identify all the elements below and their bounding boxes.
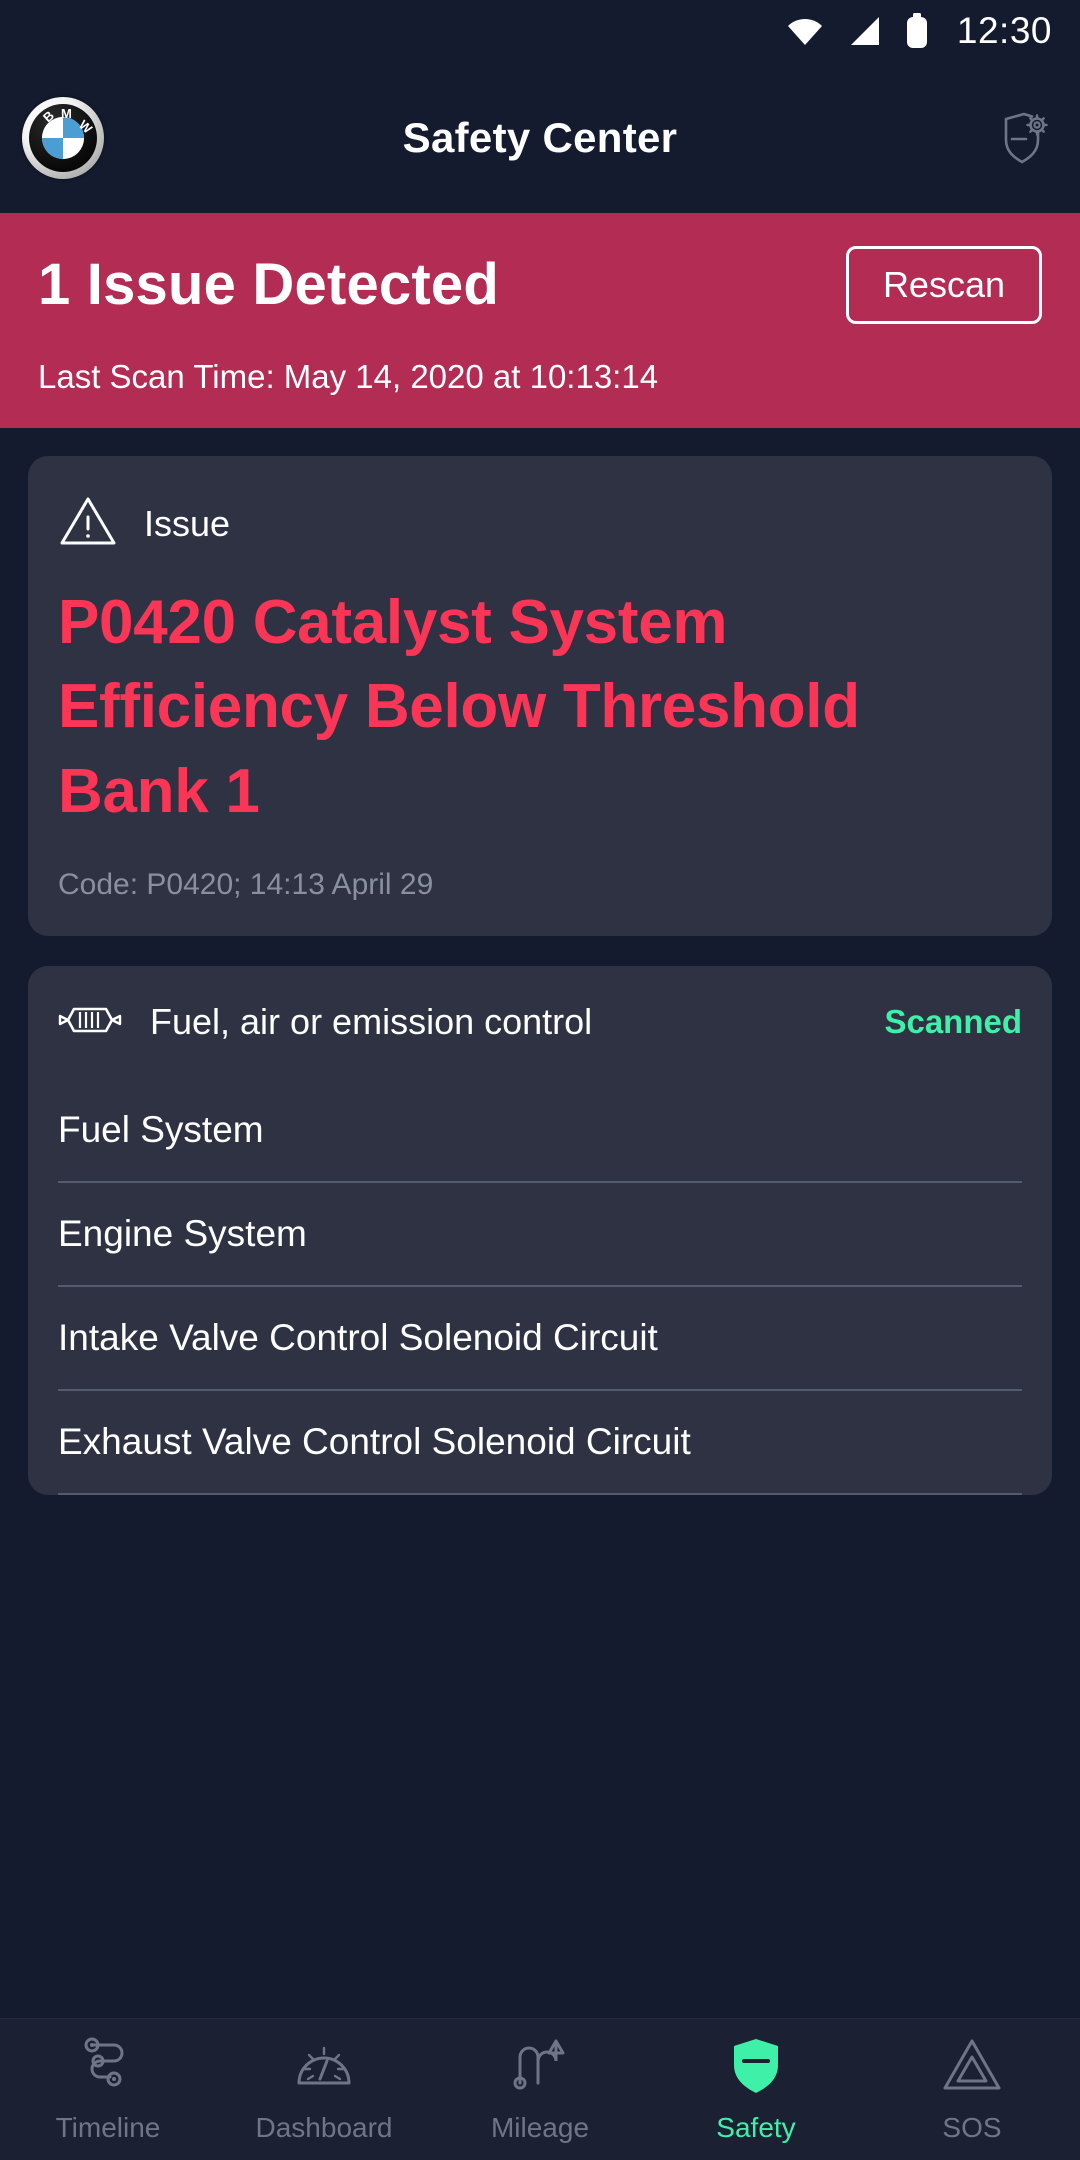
shield-icon <box>728 2035 784 2102</box>
warning-triangle-icon <box>941 2035 1003 2102</box>
list-divider <box>58 1492 1022 1495</box>
list-item[interactable]: Fuel System <box>28 1079 1052 1181</box>
issue-count-title: 1 Issue Detected <box>38 252 499 317</box>
page-title: Safety Center <box>402 113 678 161</box>
bottom-navigation: Timeline Dashboard Mileage Safety SOS <box>0 2018 1080 2160</box>
app-screen: 12:30 B M W Safety Center 1 Issue Detect… <box>0 0 1080 2160</box>
list-item[interactable]: Exhaust Valve Control Solenoid Circuit <box>28 1391 1052 1493</box>
issue-label: Issue <box>144 502 231 544</box>
issue-code: Code: P0420; 14:13 April 29 <box>58 867 434 901</box>
battery-icon <box>905 13 929 49</box>
rescan-button[interactable]: Rescan <box>845 245 1042 324</box>
system-card-header: Fuel, air or emission control Scanned <box>28 1000 1052 1045</box>
alert-banner: 1 Issue Detected Rescan Last Scan Time: … <box>0 213 1080 428</box>
issue-title: P0420 Catalyst System Efficiency Below T… <box>58 588 860 826</box>
list-item[interactable]: Intake Valve Control Solenoid Circuit <box>28 1287 1052 1389</box>
list-item[interactable]: Engine System <box>28 1183 1052 1285</box>
last-scan-time: Last Scan Time: May 14, 2020 at 10:13:14 <box>38 357 659 395</box>
wifi-icon <box>785 15 825 47</box>
bmw-logo: B M W <box>22 96 104 179</box>
nav-item-safety[interactable]: Safety <box>648 2019 864 2160</box>
content-scroll-area[interactable]: Issue P0420 Catalyst System Efficiency B… <box>0 428 1080 2018</box>
status-bar: 12:30 <box>0 0 1080 62</box>
route-icon <box>80 2035 136 2102</box>
issue-card-header: Issue <box>58 494 1022 553</box>
nav-label: Timeline <box>55 2112 161 2143</box>
app-bar: B M W Safety Center <box>0 62 1080 213</box>
status-bar-clock: 12:30 <box>956 10 1052 51</box>
system-item-list: Fuel System Engine System Intake Valve C… <box>28 1079 1052 1495</box>
nav-label: Dashboard <box>255 2112 393 2143</box>
issue-card[interactable]: Issue P0420 Catalyst System Efficiency B… <box>28 456 1052 936</box>
scan-status-badge: Scanned <box>884 1003 1022 1041</box>
shield-settings-icon[interactable] <box>996 110 1052 166</box>
uturn-arrow-icon <box>510 2035 570 2102</box>
system-scan-card[interactable]: Fuel, air or emission control Scanned Fu… <box>28 965 1052 1495</box>
nav-item-timeline[interactable]: Timeline <box>0 2019 216 2160</box>
nav-label: Safety <box>716 2112 796 2143</box>
gauge-icon <box>293 2035 355 2102</box>
catalytic-converter-icon <box>58 1000 124 1045</box>
svg-text:M: M <box>61 106 72 121</box>
alert-banner-row: 1 Issue Detected Rescan <box>38 245 1042 324</box>
nav-label: Mileage <box>490 2112 590 2143</box>
svg-text:W: W <box>76 117 96 137</box>
nav-item-mileage[interactable]: Mileage <box>432 2019 648 2160</box>
nav-item-dashboard[interactable]: Dashboard <box>216 2019 432 2160</box>
svg-text:B: B <box>40 107 57 124</box>
warning-triangle-icon <box>58 494 118 553</box>
nav-item-sos[interactable]: SOS <box>864 2019 1080 2160</box>
cellular-signal-icon <box>847 15 883 47</box>
system-card-title: Fuel, air or emission control <box>150 1001 593 1043</box>
nav-label: SOS <box>942 2112 1002 2143</box>
